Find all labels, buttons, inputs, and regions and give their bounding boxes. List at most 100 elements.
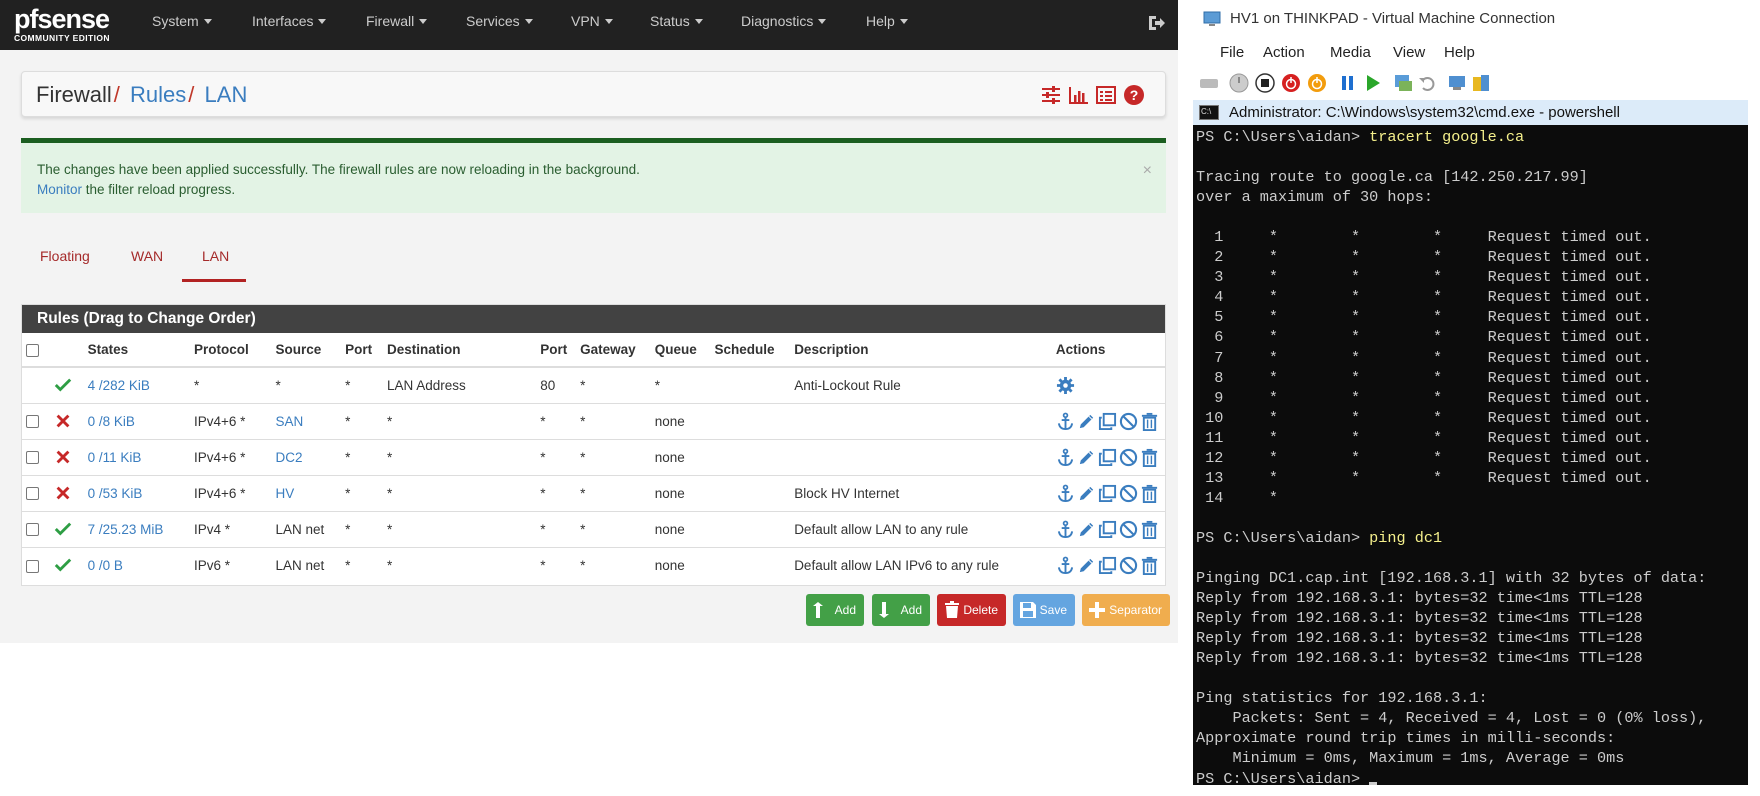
list-icon[interactable] [1095,84,1117,106]
cell-source[interactable]: HV [271,474,342,511]
enhanced-session-icon[interactable] [1447,72,1469,94]
monitor-link[interactable]: Monitor [37,182,82,197]
nav-interfaces[interactable]: Interfaces [252,13,327,29]
check-icon[interactable] [54,556,72,574]
cell-states[interactable]: 0 /0 B [83,546,190,583]
block-x-icon[interactable] [54,412,72,430]
table-row[interactable]: 0 /8 KiB IPv4+6 * SAN * * * * none [22,402,1165,439]
pencil-icon[interactable] [1077,484,1096,503]
turn-off-icon[interactable] [1254,72,1276,94]
copy-icon[interactable] [1098,520,1117,539]
bar-chart-icon[interactable] [1068,84,1090,106]
anchor-icon[interactable] [1056,520,1075,539]
menu-view[interactable]: View [1393,44,1425,61]
nav-services[interactable]: Services [466,13,533,29]
cell-states[interactable]: 0 /53 KiB [83,474,190,511]
nav-help[interactable]: Help [866,13,908,29]
row-checkbox[interactable] [26,487,39,501]
ban-icon[interactable] [1119,484,1138,503]
row-checkbox[interactable] [26,559,39,573]
cell-states[interactable]: 0 /8 KiB [83,402,190,439]
copy-icon[interactable] [1098,556,1117,575]
save-button[interactable]: Save [1013,594,1075,626]
breadcrumb-lan[interactable]: LAN [205,82,248,107]
nav-firewall[interactable]: Firewall [366,13,428,29]
help-icon[interactable]: ? [1123,84,1145,106]
anchor-icon[interactable] [1056,484,1075,503]
cell-states[interactable]: 0 /11 KiB [83,438,190,475]
check-icon[interactable] [54,376,72,394]
gear-icon[interactable] [1056,376,1075,395]
trash-icon[interactable] [1140,448,1159,467]
tab-wan[interactable]: WAN [131,248,163,264]
menu-help[interactable]: Help [1444,44,1475,61]
cell-states[interactable]: 4 /282 KiB [83,366,190,403]
anchor-icon[interactable] [1056,556,1075,575]
shutdown-icon[interactable] [1280,72,1302,94]
ban-icon[interactable] [1119,556,1138,575]
pencil-icon[interactable] [1077,556,1096,575]
breadcrumb-rules[interactable]: Rules [130,82,186,107]
nav-system[interactable]: System [152,13,212,29]
row-checkbox[interactable] [26,523,39,537]
trash-icon[interactable] [1140,484,1159,503]
nav-status[interactable]: Status [650,13,703,29]
anchor-icon[interactable] [1056,412,1075,431]
ban-icon[interactable] [1119,520,1138,539]
resume-icon[interactable] [1362,72,1384,94]
actions-cell [1051,510,1165,547]
col-dst-port: Port [536,333,577,368]
tab-lan[interactable]: LAN [202,248,229,264]
check-icon[interactable] [54,520,72,538]
share-icon[interactable] [1470,72,1492,94]
pencil-icon[interactable] [1077,448,1096,467]
powershell-console[interactable]: PS C:\Users\aidan> tracert google.ca Tra… [1193,125,1748,785]
add-bottom-button[interactable]: Add [872,594,930,626]
table-row[interactable]: 0 /0 B IPv6 * LAN net * * * * none Default allow… [22,546,1165,583]
menu-action[interactable]: Action [1263,44,1305,61]
revert-icon[interactable] [1417,72,1439,94]
anchor-icon[interactable] [1056,448,1075,467]
separator-button[interactable]: Separator [1082,594,1170,626]
cell-gateway: * [576,438,651,475]
tab-floating[interactable]: Floating [40,248,90,264]
delete-button[interactable]: Delete [937,594,1006,626]
table-row[interactable]: 0 /53 KiB IPv4+6 * HV * * * * none Block HV Inte… [22,474,1165,511]
sliders-icon[interactable] [1040,84,1062,106]
logout-icon[interactable] [1146,13,1166,33]
cell-states[interactable]: 7 /25.23 MiB [83,510,190,547]
trash-icon[interactable] [1140,520,1159,539]
copy-icon[interactable] [1098,448,1117,467]
nav-diagnostics[interactable]: Diagnostics [741,13,827,29]
nav-vpn[interactable]: VPN [571,13,613,29]
table-row[interactable]: 0 /11 KiB IPv4+6 * DC2 * * * * none [22,438,1165,475]
menu-media[interactable]: Media [1330,44,1371,61]
close-icon[interactable]: × [1143,161,1152,181]
ban-icon[interactable] [1119,448,1138,467]
add-top-button[interactable]: Add [806,594,864,626]
select-all-checkbox[interactable] [26,343,39,357]
pencil-icon[interactable] [1077,520,1096,539]
pencil-icon[interactable] [1077,412,1096,431]
ban-icon[interactable] [1119,412,1138,431]
block-x-icon[interactable] [54,448,72,466]
pause-icon[interactable] [1337,72,1359,94]
block-x-icon[interactable] [54,484,72,502]
start-icon[interactable] [1228,72,1250,94]
menu-file[interactable]: File [1220,44,1244,61]
row-checkbox[interactable] [26,415,39,429]
trash-icon[interactable] [1140,556,1159,575]
cell-source[interactable]: DC2 [271,438,342,475]
pfsense-logo[interactable]: pfsense COMMUNITY EDITION [14,5,110,43]
checkpoint-icon[interactable] [1392,72,1414,94]
cell-source[interactable]: SAN [271,402,342,439]
ctrl-alt-del-icon[interactable] [1198,72,1220,94]
copy-icon[interactable] [1098,484,1117,503]
table-row[interactable]: 7 /25.23 MiB IPv4 * LAN net * * * * none Default… [22,510,1165,547]
row-checkbox[interactable] [26,451,39,465]
trash-icon[interactable] [1140,412,1159,431]
cmd-title-bar: C:\ Administrator: C:\Windows\system32\c… [1193,100,1748,125]
table-row[interactable]: 4 /282 KiB * * * LAN Address 80 * * Anti-Lockout… [22,366,1165,403]
copy-icon[interactable] [1098,412,1117,431]
save-state-icon[interactable] [1306,72,1328,94]
